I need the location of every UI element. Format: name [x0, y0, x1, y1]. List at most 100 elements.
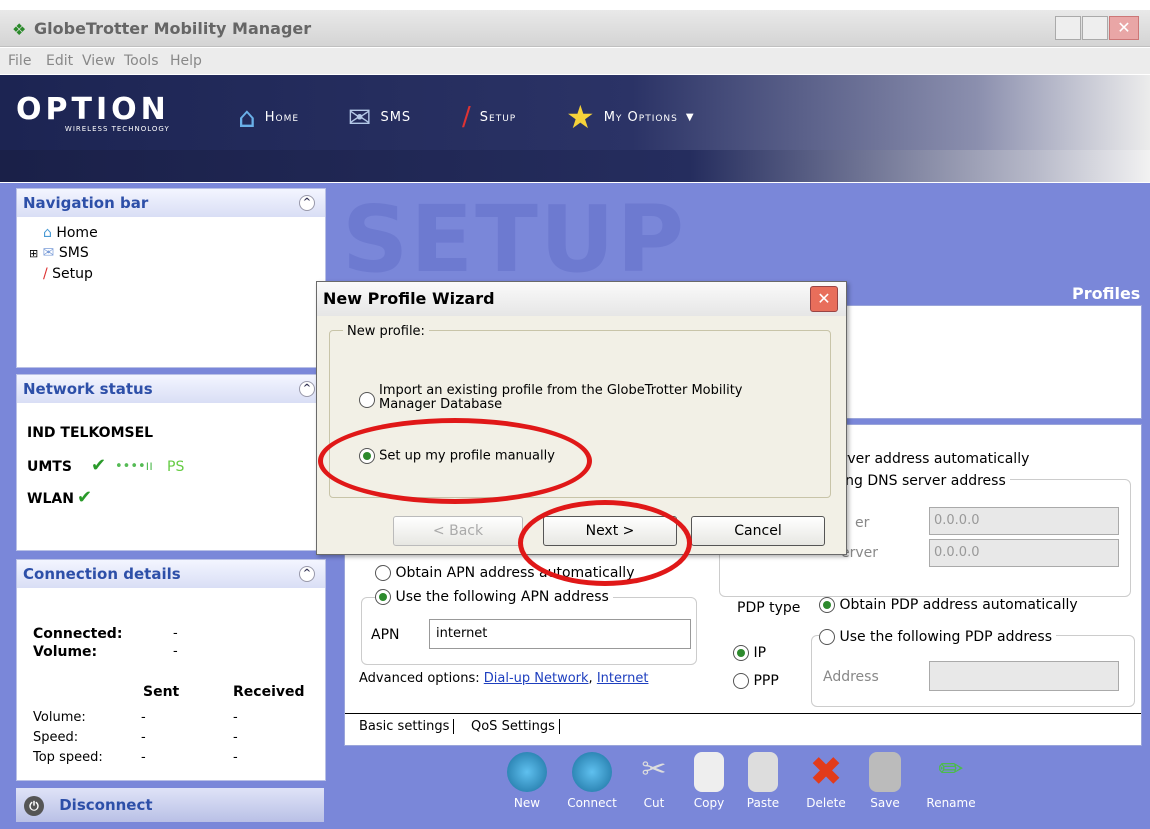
dialup-network-link[interactable]: Dial-up Network: [484, 671, 589, 686]
radio-pdp-manual[interactable]: [819, 629, 835, 645]
pdp-manual-option[interactable]: Use the following PDP address: [819, 629, 1056, 645]
tab-divider: [345, 713, 1141, 714]
cut-button[interactable]: ✂ Cut: [632, 752, 676, 810]
ppp-option[interactable]: PPP: [733, 673, 779, 689]
menu-edit[interactable]: Edit: [46, 53, 73, 69]
pencil-icon: ✏: [938, 752, 964, 787]
stats-received-values: - - -: [233, 708, 238, 768]
highlight-ellipse-manual: [318, 418, 592, 504]
globe-arrow-icon: [572, 752, 612, 792]
network-status-title: Network status: [23, 380, 153, 398]
envelope-icon: ✉: [42, 245, 55, 261]
collapse-icon[interactable]: ^: [299, 566, 315, 582]
cancel-button[interactable]: Cancel: [691, 516, 825, 546]
home-icon: ⌂: [238, 100, 257, 134]
apn-label: APN: [371, 627, 400, 643]
app-icon: ❖: [12, 20, 27, 39]
menu-view[interactable]: View: [82, 53, 115, 69]
radio-pdp-auto[interactable]: [819, 597, 835, 613]
preferred-dns-field[interactable]: 0.0.0.0: [929, 507, 1119, 535]
sent-top-speed: -: [141, 750, 146, 765]
toolbar-setup[interactable]: / Setup: [462, 97, 516, 137]
radio-ppp[interactable]: [733, 673, 749, 689]
umts-label: UMTS: [27, 459, 72, 475]
globe-plus-icon: [507, 752, 547, 792]
received-top-speed: -: [233, 750, 238, 765]
stats-row-volume: Volume:: [33, 710, 86, 725]
menu-file[interactable]: File: [8, 53, 31, 69]
option-logo: OPTION WIRELESS TECHNOLOGY: [16, 92, 170, 134]
profiles-list[interactable]: [842, 305, 1142, 419]
back-button[interactable]: < Back: [393, 516, 523, 546]
import-profile-option[interactable]: Import an existing profile from the Glob…: [359, 384, 759, 412]
toolbar-strip: [0, 150, 1150, 182]
internet-link[interactable]: Internet: [597, 671, 649, 686]
menu-bar: File Edit View Tools Help: [0, 48, 1150, 74]
apn-input[interactable]: internet: [429, 619, 691, 649]
tab-qos-settings[interactable]: QoS Settings: [471, 719, 560, 734]
scissors-icon: ✂: [641, 752, 667, 787]
wlan-label: WLAN: [27, 491, 74, 507]
maximize-button[interactable]: [1082, 16, 1108, 40]
nav-item-setup[interactable]: / Setup: [43, 264, 325, 284]
stats-row-speed: Speed:: [33, 730, 79, 745]
stats-sent-values: - - -: [141, 708, 146, 768]
clipboard-icon: [748, 752, 778, 792]
minimize-button[interactable]: [1055, 16, 1081, 40]
delete-button[interactable]: ✖ Delete: [798, 752, 854, 810]
new-profile-label: New profile:: [343, 324, 429, 339]
collapse-icon[interactable]: ^: [299, 195, 315, 211]
apn-manual-option[interactable]: Use the following APN address: [375, 589, 613, 605]
nav-item-sms[interactable]: ⊞ ✉ SMS: [29, 243, 325, 264]
title-bar: ❖ GlobeTrotter Mobility Manager ✕: [0, 10, 1150, 47]
connect-button[interactable]: Connect: [560, 752, 624, 810]
navigation-title: Navigation bar: [23, 194, 149, 212]
expand-icon[interactable]: ⊞: [29, 247, 38, 260]
nav-item-home[interactable]: ⌂ Home: [43, 223, 325, 243]
volume-label: Volume:: [33, 644, 98, 660]
radio-ip[interactable]: [733, 645, 749, 661]
link-separator: ,: [588, 671, 593, 686]
navigation-panel: Navigation bar ^ ⌂ Home ⊞ ✉ SMS / Setup: [16, 188, 326, 368]
close-button[interactable]: ✕: [1109, 16, 1139, 40]
toolbar-my-options[interactable]: ★ My Options ▼: [566, 97, 695, 137]
stats-labels: Volume: Speed: Top speed:: [33, 708, 103, 768]
paste-button[interactable]: Paste: [738, 752, 788, 810]
collapse-icon[interactable]: ^: [299, 381, 315, 397]
toolbar-home[interactable]: ⌂ Home: [238, 97, 299, 137]
copy-button[interactable]: Copy: [684, 752, 734, 810]
save-button[interactable]: Save: [862, 752, 908, 810]
tab-basic-settings[interactable]: Basic settings: [359, 719, 455, 734]
radio-apn-auto[interactable]: [375, 565, 391, 581]
dialog-close-icon[interactable]: ✕: [810, 286, 838, 312]
operator-name: IND TELKOMSEL: [27, 425, 154, 441]
radio-apn-manual[interactable]: [375, 589, 391, 605]
connection-details-panel: Connection details ^ Connected: - Volume:…: [16, 559, 326, 781]
menu-help[interactable]: Help: [170, 53, 202, 69]
sent-speed: -: [141, 730, 146, 745]
delete-x-icon: ✖: [809, 749, 843, 795]
pdp-address-field[interactable]: [929, 661, 1119, 691]
check-icon: ✔: [91, 455, 107, 476]
envelope-icon: ✉: [348, 100, 373, 134]
disconnect-button[interactable]: ⏻ Disconnect: [16, 788, 324, 822]
screwdriver-icon: /: [43, 266, 48, 282]
power-icon: ⏻: [24, 796, 44, 816]
window-title: GlobeTrotter Mobility Manager: [34, 19, 312, 38]
new-button[interactable]: New: [498, 752, 556, 810]
advanced-options: Advanced options: Dial-up Network, Inter…: [359, 671, 649, 686]
rename-button[interactable]: ✏ Rename: [920, 752, 982, 810]
toolbar-sms[interactable]: ✉ SMS: [348, 97, 411, 137]
dns-label-1: er: [855, 515, 870, 531]
pdp-auto-option[interactable]: Obtain PDP address automatically: [819, 597, 1078, 613]
setup-banner: SETUP: [342, 186, 686, 293]
check-icon: ✔: [77, 487, 93, 508]
received-speed: -: [233, 730, 238, 745]
ip-option[interactable]: IP: [733, 645, 766, 661]
radio-import[interactable]: [359, 392, 375, 408]
ps-label: PS: [167, 459, 185, 475]
menu-tools[interactable]: Tools: [124, 53, 159, 69]
alternate-dns-field[interactable]: 0.0.0.0: [929, 539, 1119, 567]
chevron-down-icon: ▼: [685, 111, 695, 123]
highlight-ellipse-next: [518, 500, 692, 586]
